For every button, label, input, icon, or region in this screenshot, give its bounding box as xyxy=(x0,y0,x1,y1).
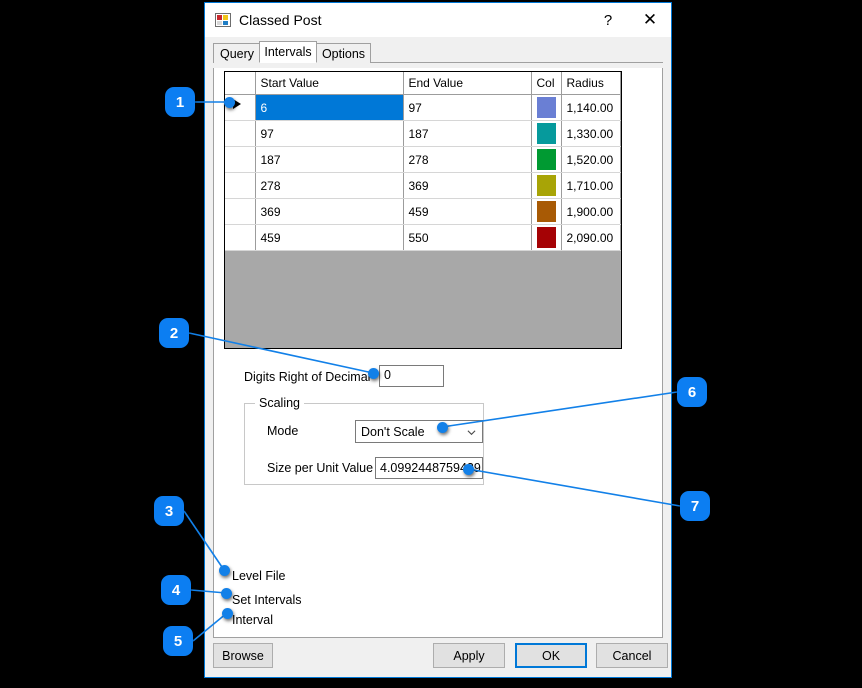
annotation-badge-6: 6 xyxy=(677,377,707,407)
row-selector-cell[interactable] xyxy=(225,199,255,225)
cell-radius[interactable]: 2,090.00 xyxy=(561,225,621,251)
close-button[interactable]: ✕ xyxy=(629,3,671,37)
cell-radius[interactable]: 1,520.00 xyxy=(561,147,621,173)
annotation-dot-level-file-label xyxy=(219,565,230,576)
annotation-dot-interval-label xyxy=(222,608,233,619)
window-title: Classed Post xyxy=(239,12,321,28)
row-selector-cell[interactable] xyxy=(225,147,255,173)
classed-post-dialog: Classed Post ? ✕ Query Intervals Options… xyxy=(204,2,672,678)
row-selector-cell[interactable] xyxy=(225,121,255,147)
set-intervals-label: Set Intervals xyxy=(232,593,301,607)
row-selector-cell[interactable] xyxy=(225,173,255,199)
ok-button[interactable]: OK xyxy=(515,643,587,668)
table-row[interactable]: 459 550 2,090.00 xyxy=(225,225,621,251)
color-swatch-1 xyxy=(537,97,556,118)
cell-start-value[interactable]: 278 xyxy=(255,173,403,199)
cell-end-value[interactable]: 369 xyxy=(403,173,531,199)
row-selector-cell[interactable] xyxy=(225,225,255,251)
cell-start-value[interactable]: 459 xyxy=(255,225,403,251)
table-header-row: Start Value End Value Col Radius xyxy=(225,72,621,95)
annotation-dot-grid-row-marker xyxy=(224,97,235,108)
dialog-footer: Browse Apply OK Cancel xyxy=(205,639,671,677)
annotation-badge-5: 5 xyxy=(163,626,193,656)
tab-query[interactable]: Query xyxy=(213,43,261,63)
cell-radius[interactable]: 1,900.00 xyxy=(561,199,621,225)
chevron-down-icon xyxy=(467,428,476,437)
cell-end-value[interactable]: 278 xyxy=(403,147,531,173)
color-swatch-3 xyxy=(537,149,556,170)
col-header-radius[interactable]: Radius xyxy=(561,72,621,95)
annotation-badge-4: 4 xyxy=(161,575,191,605)
annotation-dot-set-intervals-label xyxy=(221,588,232,599)
digits-right-of-decimal-label: Digits Right of Decimal xyxy=(244,370,370,384)
cell-color-swatch[interactable] xyxy=(531,199,561,225)
cell-end-value[interactable]: 550 xyxy=(403,225,531,251)
form-window-icon xyxy=(215,13,231,27)
mode-combo[interactable]: Don't Scale xyxy=(355,420,483,443)
level-file-label: Level File xyxy=(232,569,286,583)
cell-start-value[interactable]: 97 xyxy=(255,121,403,147)
interval-label: Interval xyxy=(232,613,273,627)
cell-color-swatch[interactable] xyxy=(531,147,561,173)
annotation-badge-2: 2 xyxy=(159,318,189,348)
table-row[interactable]: 6 97 1,140.00 xyxy=(225,95,621,121)
color-swatch-6 xyxy=(537,227,556,248)
annotation-badge-7: 7 xyxy=(680,491,710,521)
cell-radius[interactable]: 1,710.00 xyxy=(561,173,621,199)
cell-color-swatch[interactable] xyxy=(531,121,561,147)
scaling-group-title: Scaling xyxy=(255,396,304,410)
col-header-end-value[interactable]: End Value xyxy=(403,72,531,95)
digits-right-of-decimal-input[interactable]: 0 xyxy=(379,365,444,387)
apply-button[interactable]: Apply xyxy=(433,643,505,668)
annotation-dot-size-input xyxy=(463,464,474,475)
cell-start-value[interactable]: 6 xyxy=(255,95,403,121)
color-swatch-4 xyxy=(537,175,556,196)
tab-intervals[interactable]: Intervals xyxy=(259,41,317,63)
col-header-start-value[interactable]: Start Value xyxy=(255,72,403,95)
table-row[interactable]: 97 187 1,330.00 xyxy=(225,121,621,147)
tab-strip: Query Intervals Options xyxy=(213,41,671,63)
digits-right-of-decimal-row: Digits Right of Decimal 0 xyxy=(224,365,624,391)
title-bar: Classed Post ? ✕ xyxy=(205,3,671,37)
annotation-dot-mode-combo xyxy=(437,422,448,433)
browse-button[interactable]: Browse xyxy=(213,643,273,668)
cell-start-value[interactable]: 369 xyxy=(255,199,403,225)
cell-color-swatch[interactable] xyxy=(531,173,561,199)
cell-end-value[interactable]: 187 xyxy=(403,121,531,147)
table-row[interactable]: 187 278 1,520.00 xyxy=(225,147,621,173)
col-header-col[interactable]: Col xyxy=(531,72,561,95)
cancel-button[interactable]: Cancel xyxy=(596,643,668,668)
annotation-dot-digits-input xyxy=(368,368,379,379)
cell-color-swatch[interactable] xyxy=(531,225,561,251)
help-button[interactable]: ? xyxy=(587,3,629,37)
scaling-group: Scaling Mode Don't Scale Size per Unit V… xyxy=(244,403,484,485)
table-row[interactable]: 278 369 1,710.00 xyxy=(225,173,621,199)
cell-radius[interactable]: 1,330.00 xyxy=(561,121,621,147)
mode-combo-value: Don't Scale xyxy=(361,425,425,439)
cell-start-value[interactable]: 187 xyxy=(255,147,403,173)
col-header-rowselect[interactable] xyxy=(225,72,255,95)
intervals-grid[interactable]: Start Value End Value Col Radius 6 97 1,… xyxy=(224,71,622,349)
size-per-unit-value-label: Size per Unit Value xyxy=(267,461,373,475)
color-swatch-5 xyxy=(537,201,556,222)
annotation-badge-1: 1 xyxy=(165,87,195,117)
annotation-badge-3: 3 xyxy=(154,496,184,526)
cell-radius[interactable]: 1,140.00 xyxy=(561,95,621,121)
color-swatch-2 xyxy=(537,123,556,144)
mode-label: Mode xyxy=(267,424,298,438)
cell-color-swatch[interactable] xyxy=(531,95,561,121)
cell-end-value[interactable]: 97 xyxy=(403,95,531,121)
cell-end-value[interactable]: 459 xyxy=(403,199,531,225)
table-row[interactable]: 369 459 1,900.00 xyxy=(225,199,621,225)
intervals-tab-page: Start Value End Value Col Radius 6 97 1,… xyxy=(213,68,663,638)
tab-options[interactable]: Options xyxy=(316,43,371,63)
